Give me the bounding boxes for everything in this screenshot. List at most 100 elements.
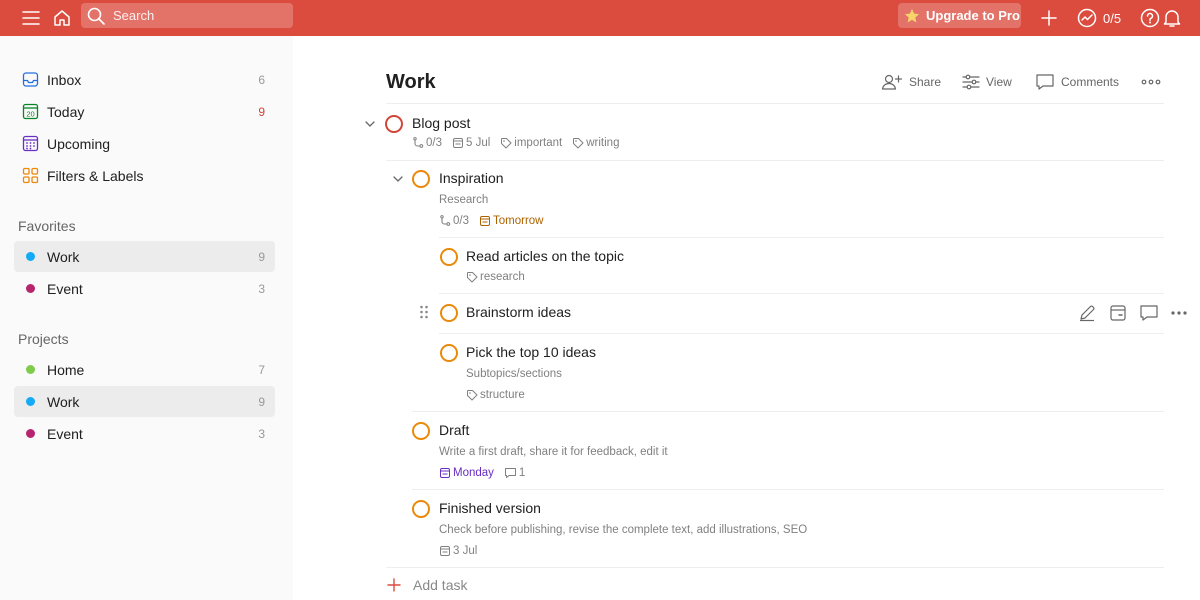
projects-heading[interactable]: Projects xyxy=(18,331,69,347)
task-meta: research xyxy=(466,271,535,283)
task-title[interactable]: Blog post xyxy=(412,115,470,131)
sidebar-item-label: Today xyxy=(47,103,85,120)
sidebar-item-project-event[interactable]: Event 3 xyxy=(14,418,275,449)
subtask-count-text: 0/3 xyxy=(453,215,469,227)
due-date[interactable]: 5 Jul xyxy=(452,137,490,149)
chevron-down-icon[interactable] xyxy=(363,117,377,131)
item-count: 9 xyxy=(258,394,265,409)
share-button[interactable]: Share xyxy=(881,72,941,92)
add-person-icon xyxy=(881,73,903,91)
sliders-icon xyxy=(962,74,980,90)
task-checkbox[interactable] xyxy=(385,115,403,133)
calendar-day-number: 20 xyxy=(26,109,34,118)
bell-icon[interactable] xyxy=(1161,0,1183,36)
add-task-label: Add task xyxy=(413,577,468,593)
help-icon[interactable] xyxy=(1139,0,1161,36)
task-checkbox[interactable] xyxy=(440,248,458,266)
main-content: Work Share View Comments Blog post 0/3 5… xyxy=(293,36,1200,600)
favorites-heading[interactable]: Favorites xyxy=(18,218,76,234)
add-task-button[interactable]: Add task xyxy=(387,576,467,594)
calendar-icon xyxy=(440,546,450,556)
comment-count[interactable]: 1 xyxy=(504,467,525,479)
inbox-icon xyxy=(22,71,39,88)
sidebar-item-project-work[interactable]: Work 9 xyxy=(14,386,275,417)
karma-count: 0/5 xyxy=(1103,10,1122,26)
item-count: 6 xyxy=(258,72,265,87)
view-button[interactable]: View xyxy=(962,72,1012,92)
sidebar-item-today[interactable]: 20 Today 9 xyxy=(14,96,275,127)
sidebar-item-favorite-work[interactable]: Work 9 xyxy=(14,241,275,272)
sidebar-item-label: Filters & Labels xyxy=(47,167,144,184)
edit-pencil-icon[interactable] xyxy=(1077,303,1097,323)
task-checkbox[interactable] xyxy=(412,170,430,188)
upgrade-to-pro-button[interactable]: Upgrade to Pro xyxy=(898,3,1021,28)
label-text: writing xyxy=(586,137,620,149)
label-tag[interactable]: research xyxy=(466,271,525,283)
label-tag[interactable]: structure xyxy=(466,389,525,401)
due-date[interactable]: Tomorrow xyxy=(479,215,543,227)
task-description: Research xyxy=(439,194,489,206)
sidebar-item-inbox[interactable]: Inbox 6 xyxy=(14,64,275,95)
sidebar-item-label: Work xyxy=(47,393,80,410)
project-dot-icon xyxy=(22,425,39,442)
task-description: Write a first draft, share it for feedba… xyxy=(439,446,668,458)
task-description: Subtopics/sections xyxy=(466,368,562,380)
due-date[interactable]: 3 Jul xyxy=(439,545,477,557)
sidebar-item-upcoming[interactable]: Upcoming xyxy=(14,128,275,159)
task-checkbox[interactable] xyxy=(412,500,430,518)
sidebar-item-label: Home xyxy=(47,361,85,378)
productivity-button[interactable]: 0/5 xyxy=(1077,0,1121,36)
sidebar-item-filters-labels[interactable]: Filters & Labels xyxy=(14,160,275,191)
task-title[interactable]: Finished version xyxy=(439,500,541,516)
task-checkbox[interactable] xyxy=(440,344,458,362)
task-title[interactable]: Read articles on the topic xyxy=(466,248,624,264)
divider xyxy=(386,103,1164,104)
task-title[interactable]: Pick the top 10 ideas xyxy=(466,344,596,360)
schedule-calendar-icon[interactable] xyxy=(1108,303,1128,323)
calendar-icon xyxy=(480,216,490,226)
task-meta: 3 Jul xyxy=(439,545,487,557)
tag-icon xyxy=(501,138,512,149)
divider xyxy=(386,567,1164,568)
plus-icon[interactable] xyxy=(1038,0,1060,36)
tag-icon xyxy=(467,272,478,283)
task-checkbox[interactable] xyxy=(440,304,458,322)
sidebar-item-project-home[interactable]: Home 7 xyxy=(14,354,275,385)
label-tag[interactable]: important xyxy=(500,137,562,149)
home-icon[interactable] xyxy=(51,0,73,36)
task-meta: 0/3 Tomorrow xyxy=(439,215,553,227)
search-icon xyxy=(87,7,105,25)
task-title[interactable]: Draft xyxy=(439,422,469,438)
task-meta: structure xyxy=(466,389,535,401)
task-checkbox[interactable] xyxy=(412,422,430,440)
subtask-icon xyxy=(413,137,424,148)
label-tag[interactable]: writing xyxy=(572,137,619,149)
task-description: Check before publishing, revise the comp… xyxy=(439,524,808,536)
chevron-down-icon[interactable] xyxy=(391,172,405,186)
due-date-text: 5 Jul xyxy=(466,137,491,149)
task-meta: Monday 1 xyxy=(439,467,535,479)
more-options-icon[interactable] xyxy=(1169,303,1189,323)
comment-icon[interactable] xyxy=(1139,303,1159,323)
task-title[interactable]: Brainstorm ideas xyxy=(466,304,571,320)
search-box[interactable] xyxy=(81,3,293,28)
drag-handle-icon[interactable] xyxy=(419,304,429,320)
task-meta: 0/3 5 Jul important writing xyxy=(412,137,629,149)
calendar-grid-icon xyxy=(22,135,39,152)
task-title[interactable]: Inspiration xyxy=(439,170,504,186)
menu-icon[interactable] xyxy=(20,0,42,36)
due-date-text: Monday xyxy=(453,467,494,479)
comment-icon xyxy=(504,468,516,478)
project-dot-icon xyxy=(22,393,39,410)
comment-count-text: 1 xyxy=(518,467,526,479)
tag-icon xyxy=(467,390,478,401)
due-date[interactable]: Monday xyxy=(439,467,494,479)
divider xyxy=(439,293,1164,294)
item-count: 3 xyxy=(258,281,265,296)
search-input[interactable] xyxy=(113,8,283,23)
subtask-icon xyxy=(440,215,451,226)
comments-button[interactable]: Comments xyxy=(1035,72,1119,92)
more-options-icon[interactable] xyxy=(1141,72,1161,92)
page-title: Work xyxy=(386,71,436,93)
sidebar-item-favorite-event[interactable]: Event 3 xyxy=(14,273,275,304)
